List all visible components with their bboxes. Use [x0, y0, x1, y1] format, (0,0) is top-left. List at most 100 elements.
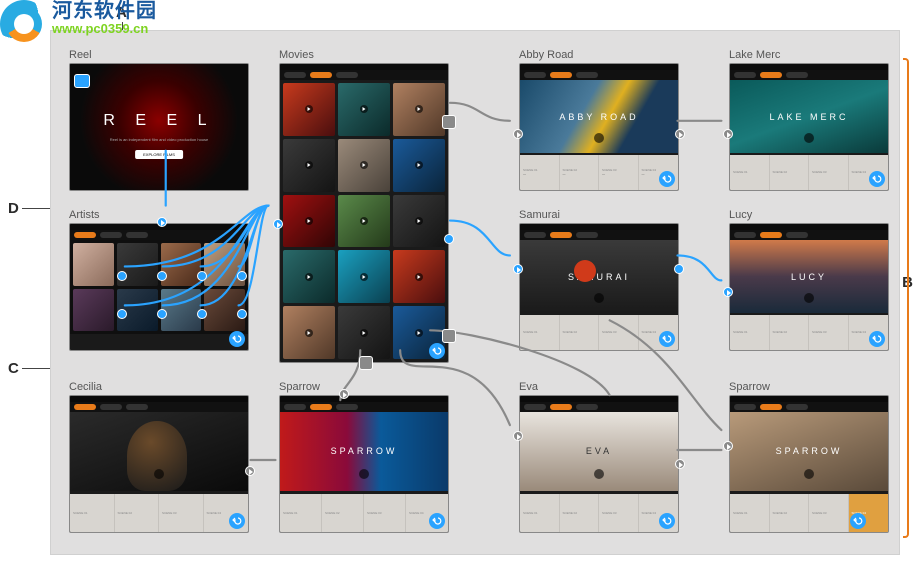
reel-title: R E E L [70, 112, 248, 130]
movie-card[interactable] [283, 306, 335, 359]
wire-hotspot-icon[interactable] [157, 309, 167, 319]
home-indicator-icon[interactable] [74, 74, 90, 88]
movie-card[interactable] [338, 195, 390, 248]
hero-title: SPARROW [331, 446, 398, 456]
wire-entry-icon[interactable] [513, 431, 523, 441]
artboard-label: Cecilia [69, 381, 249, 393]
movie-card[interactable] [338, 83, 390, 136]
hero-image: LUCY [730, 240, 888, 313]
movie-card[interactable] [283, 195, 335, 248]
back-button-icon[interactable] [659, 513, 675, 529]
movie-card[interactable] [393, 250, 445, 303]
wire-exit-icon[interactable] [442, 115, 456, 129]
artboard-lake-merc[interactable]: Lake Merc LAKE MERC SCENE 01 SCENE 02 SC… [729, 49, 889, 191]
hero-title: ABBY ROAD [559, 112, 638, 122]
hero-image: LAKE MERC [730, 80, 888, 153]
back-button-icon[interactable] [429, 343, 445, 359]
movie-card[interactable] [393, 195, 445, 248]
back-button-icon[interactable] [429, 513, 445, 529]
artboard-lucy[interactable]: Lucy LUCY SCENE 01 SCENE 02 SCENE 03 SCE… [729, 209, 889, 351]
artboard-label: Eva [519, 381, 679, 393]
wire-hotspot-icon[interactable] [117, 309, 127, 319]
artboard-artists[interactable]: Artists [69, 209, 249, 351]
meta-footer: SCENE 01 SCENE 02 SCENE 03 SCENE 04 [520, 315, 678, 350]
artboard-sparrow-2[interactable]: Sparrow SPARROW SCENE 01 SCENE 02 SCENE … [729, 381, 889, 533]
artboard-sparrow-1[interactable]: Sparrow SPARROW SCENE 01 SCENE 02 SCENE … [279, 381, 449, 533]
play-icon[interactable] [804, 469, 814, 479]
play-icon[interactable] [359, 469, 369, 479]
back-button-icon[interactable] [229, 513, 245, 529]
play-icon[interactable] [804, 133, 814, 143]
wire-hotspot-icon[interactable] [197, 271, 207, 281]
reel-subtitle: Reel is an independent film and video pr… [70, 137, 248, 142]
wire-entry-icon[interactable] [723, 441, 733, 451]
movie-card[interactable] [338, 139, 390, 192]
watermark-logo-icon [0, 0, 48, 48]
wire-hotspot-icon[interactable] [117, 271, 127, 281]
wire-entry-icon[interactable] [723, 129, 733, 139]
movie-card[interactable] [393, 83, 445, 136]
play-icon[interactable] [804, 293, 814, 303]
wire-entry-icon[interactable] [513, 129, 523, 139]
movies-grid[interactable] [280, 80, 448, 362]
play-icon[interactable] [594, 133, 604, 143]
movie-card[interactable] [338, 306, 390, 359]
wire-exit-icon[interactable] [674, 264, 684, 274]
hero-image: SAMURAI [520, 240, 678, 313]
artist-card[interactable] [73, 243, 114, 286]
back-button-icon[interactable] [659, 331, 675, 347]
artboard-movies[interactable]: Movies [279, 49, 449, 363]
meta-footer: SCENE 01 SCENE 02 SCENE 03 SCENE 04 [730, 315, 888, 350]
play-icon[interactable] [594, 469, 604, 479]
meta-footer: SCENE 01 SCENE 02 SCENE 03 SCENE 04 [730, 155, 888, 190]
bracket-b [903, 58, 909, 538]
wire-exit-icon[interactable] [245, 466, 255, 476]
watermark: 河东软件园 www.pc0359.cn [0, 0, 157, 48]
artboard-abby-road[interactable]: Abby Road ABBY ROAD SCENE 01— SCENE 02— … [519, 49, 679, 191]
artist-card[interactable] [161, 289, 202, 332]
prototype-canvas[interactable]: Reel R E E L Reel is an independent film… [50, 30, 900, 555]
artboard-label: Reel [69, 49, 249, 61]
artboard-eva[interactable]: Eva EVA SCENE 01 SCENE 02 SCENE 03 SCENE… [519, 381, 679, 533]
reel-cta-button[interactable]: EXPLORE FILMS [135, 150, 183, 159]
wire-exit-icon[interactable] [442, 329, 456, 343]
play-icon[interactable] [594, 293, 604, 303]
wire-entry-icon[interactable] [513, 264, 523, 274]
artboard-reel[interactable]: Reel R E E L Reel is an independent film… [69, 49, 249, 191]
wire-exit-icon[interactable] [675, 459, 685, 469]
wire-entry-icon[interactable] [339, 389, 349, 399]
wire-exit-icon[interactable] [359, 356, 373, 370]
meta-footer: SCENE 01 SCENE 02 SCENE 03 SCENE 04 [520, 494, 678, 532]
hero-title: SAMURAI [568, 272, 630, 282]
wire-exit-icon[interactable] [675, 129, 685, 139]
back-button-icon[interactable] [869, 171, 885, 187]
meta-footer: SCENE 01— SCENE 02— SCENE 03— SCENE 04— [520, 155, 678, 190]
wire-entry-icon[interactable] [273, 219, 283, 229]
watermark-site-name: 河东软件园 [52, 0, 157, 22]
back-button-icon[interactable] [229, 331, 245, 347]
movie-card[interactable] [283, 83, 335, 136]
wire-hotspot-icon[interactable] [237, 309, 247, 319]
wire-hotspot-icon[interactable] [157, 271, 167, 281]
wire-hotspot-icon[interactable] [237, 271, 247, 281]
movie-card[interactable] [283, 139, 335, 192]
play-icon[interactable] [154, 469, 164, 479]
movie-card[interactable] [283, 250, 335, 303]
back-button-icon[interactable] [869, 331, 885, 347]
wire-entry-icon[interactable] [723, 287, 733, 297]
artist-card[interactable] [161, 243, 202, 286]
wire-exit-icon[interactable] [444, 234, 454, 244]
back-button-icon[interactable] [659, 171, 675, 187]
hero-image: SPARROW [730, 412, 888, 491]
artist-card[interactable] [73, 289, 114, 332]
hero-title: CECILIA [131, 446, 187, 456]
meta-footer: SCENE 01 SCENE 02 SCENE 03 SCENE 04 [70, 494, 248, 532]
back-button-icon[interactable] [850, 513, 866, 529]
artists-grid[interactable] [70, 240, 248, 334]
movie-card[interactable] [393, 139, 445, 192]
wire-hotspot-icon[interactable] [197, 309, 207, 319]
wire-entry-icon[interactable] [157, 217, 167, 227]
artboard-samurai[interactable]: Samurai SAMURAI SCENE 01 SCENE 02 SCENE … [519, 209, 679, 351]
artboard-cecilia[interactable]: Cecilia CECILIA SCENE 01 SCENE 02 SCENE … [69, 381, 249, 533]
movie-card[interactable] [338, 250, 390, 303]
